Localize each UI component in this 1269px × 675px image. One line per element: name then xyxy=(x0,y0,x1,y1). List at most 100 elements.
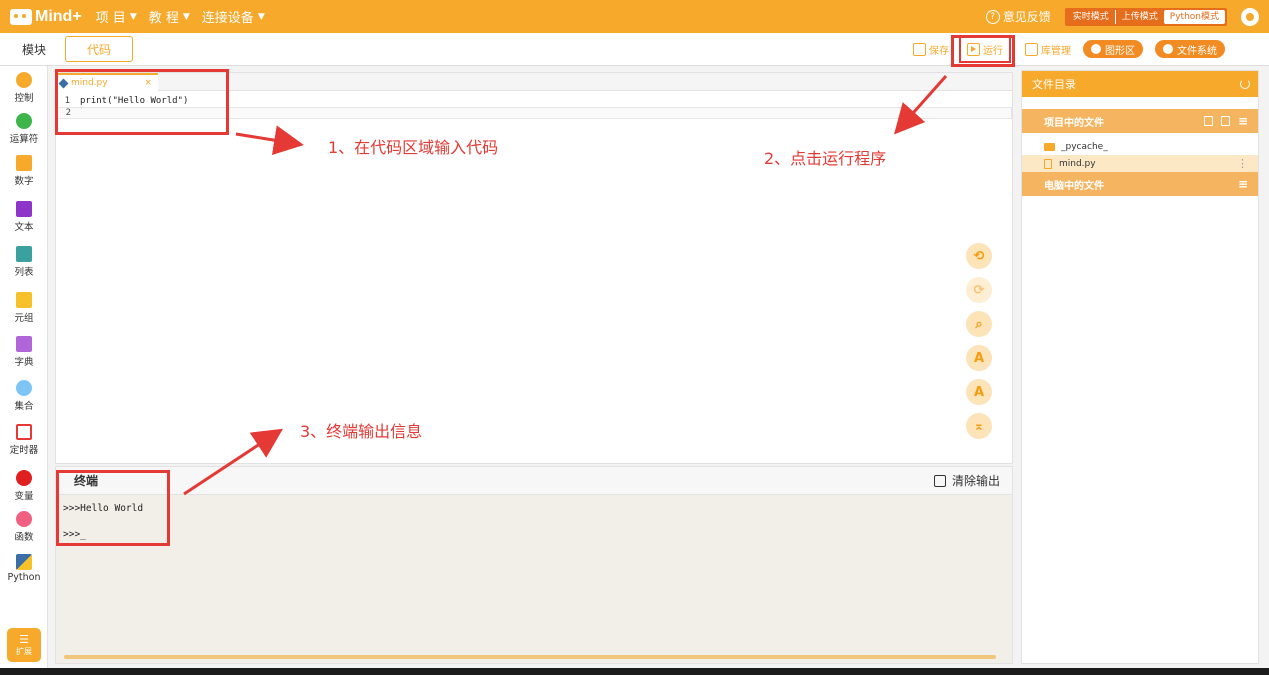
menu-connect-device[interactable]: 连接设备 ▼ xyxy=(202,7,265,26)
control-icon xyxy=(16,72,32,88)
category-functions[interactable]: 函数 xyxy=(0,511,48,543)
operators-icon xyxy=(16,113,32,129)
file-directory-title: 文件目录 xyxy=(1032,78,1076,91)
editor-toolbar: 保存 运行 库管理 图形区 文件系统 xyxy=(899,35,1225,63)
menu-project-label: 项 目 xyxy=(95,11,126,26)
file-name: mind.py xyxy=(1059,158,1096,169)
mode-upload[interactable]: 上传模式 xyxy=(1116,10,1164,24)
terminal-header: 终端 清除输出 xyxy=(56,467,1012,495)
dict-icon xyxy=(16,336,32,352)
filesystem-toggle[interactable]: 文件系统 xyxy=(1155,40,1225,58)
menu-project[interactable]: 项 目 ▼ xyxy=(96,7,137,26)
menu-icon[interactable]: ≡ xyxy=(1238,114,1248,128)
graphics-label: 图形区 xyxy=(1105,45,1135,57)
mode-python[interactable]: Python模式 xyxy=(1163,9,1225,24)
annotation-step1: 1、在代码区域输入代码 xyxy=(328,138,499,157)
menu-icon[interactable]: ≡ xyxy=(1238,177,1248,191)
gear-icon[interactable] xyxy=(1241,7,1259,26)
new-file-icon[interactable] xyxy=(1203,116,1213,126)
section-title: 项目中的文件 xyxy=(1044,117,1104,129)
save-button[interactable]: 保存 xyxy=(913,42,949,57)
clear-output-button[interactable]: 清除输出 xyxy=(933,472,1000,489)
list-item-mindpy[interactable]: mind.py ⋮ xyxy=(1022,155,1258,172)
project-files-section[interactable]: 项目中的文件 ≡ xyxy=(1022,109,1258,133)
redo-icon[interactable]: ⟳ xyxy=(966,277,992,303)
category-list[interactable]: 列表 xyxy=(0,246,48,278)
caret-down-icon: ▼ xyxy=(182,11,190,22)
category-tuple[interactable]: 元组 xyxy=(0,292,48,324)
category-label: 列表 xyxy=(14,267,34,278)
list-item-pycache[interactable]: _pycache_ xyxy=(1022,138,1258,155)
category-python[interactable]: Python xyxy=(0,554,48,583)
block-category-sidebar: 控制 运算符 数字 文本 列表 元组 字典 集合 定时器 变量 函数 Pytho… xyxy=(0,66,48,675)
top-right-controls: ? 意见反馈 实时模式 上传模式 Python模式 xyxy=(985,7,1259,26)
secondary-bar: 模块 代码 保存 运行 库管理 图形区 文件系统 xyxy=(0,33,1269,66)
category-numbers[interactable]: 数字 xyxy=(0,155,48,187)
refresh-icon[interactable] xyxy=(1240,79,1250,89)
category-label: 数字 xyxy=(14,176,34,187)
font-increase-icon[interactable]: A xyxy=(966,345,992,371)
file-directory-panel: 文件目录 项目中的文件 ≡ _pycache_ mind.py ⋮ 电脑中的文件… xyxy=(1021,70,1259,664)
menu-tutorial[interactable]: 教 程 ▼ xyxy=(149,7,190,26)
extension-icon: ☰ xyxy=(19,633,29,646)
clear-icon xyxy=(933,474,946,487)
graphics-area-toggle[interactable]: 图形区 xyxy=(1083,40,1143,58)
section-actions: ≡ xyxy=(1203,114,1248,128)
menu-tutorial-label: 教 程 xyxy=(148,11,179,26)
toggle-dot-icon xyxy=(1163,44,1173,54)
caret-down-icon: ▼ xyxy=(257,11,265,22)
mode-realtime[interactable]: 实时模式 xyxy=(1067,9,1116,24)
annotation-box-code xyxy=(55,69,229,135)
file-icon xyxy=(1044,158,1052,169)
terminal-panel[interactable]: 终端 清除输出 >>>Hello World >>>_ xyxy=(55,466,1013,664)
category-dict[interactable]: 字典 xyxy=(0,336,48,368)
new-folder-icon[interactable] xyxy=(1220,116,1230,126)
library-icon xyxy=(1025,42,1038,56)
file-name: _pycache_ xyxy=(1061,141,1108,152)
annotation-box-run xyxy=(951,35,1015,67)
category-label: 集合 xyxy=(14,401,34,412)
logo-text: Mind+ xyxy=(35,7,82,25)
category-timer[interactable]: 定时器 xyxy=(0,424,48,456)
category-label: 定时器 xyxy=(9,445,39,456)
question-icon: ? xyxy=(985,9,1000,24)
set-icon xyxy=(16,380,32,396)
tab-blocks[interactable]: 模块 xyxy=(3,36,65,62)
extensions-button[interactable]: ☰ 扩展 xyxy=(7,628,41,662)
variables-icon xyxy=(16,470,32,486)
clear-output-label: 清除输出 xyxy=(951,474,1000,488)
category-label: 元组 xyxy=(14,313,34,324)
category-label: 控制 xyxy=(14,93,34,104)
library-button[interactable]: 库管理 xyxy=(1025,42,1071,57)
scroll-top-icon[interactable]: ⌅ xyxy=(966,413,992,439)
category-control[interactable]: 控制 xyxy=(0,72,48,104)
feedback-button[interactable]: ? 意见反馈 xyxy=(985,8,1051,25)
category-label: 字典 xyxy=(14,357,34,368)
save-label: 保存 xyxy=(929,45,949,57)
category-variables[interactable]: 变量 xyxy=(0,470,48,502)
feedback-label: 意见反馈 xyxy=(1002,10,1051,24)
library-label: 库管理 xyxy=(1041,45,1071,57)
more-options-icon[interactable]: ⋮ xyxy=(1237,157,1248,170)
annotation-box-terminal xyxy=(56,470,170,546)
hourglass-icon xyxy=(16,424,32,440)
horizontal-scrollbar[interactable] xyxy=(64,655,996,659)
os-taskbar xyxy=(0,668,1269,675)
tab-code[interactable]: 代码 xyxy=(65,36,133,62)
file-directory-header: 文件目录 xyxy=(1022,71,1258,97)
undo-icon[interactable]: ⟲ xyxy=(966,243,992,269)
font-decrease-icon[interactable]: A xyxy=(966,379,992,405)
category-set[interactable]: 集合 xyxy=(0,380,48,412)
category-label: 运算符 xyxy=(9,134,39,145)
save-icon xyxy=(913,42,926,56)
category-text[interactable]: 文本 xyxy=(0,201,48,233)
category-operators[interactable]: 运算符 xyxy=(0,113,48,145)
text-icon xyxy=(16,201,32,217)
mindplus-logo[interactable]: Mind+ xyxy=(10,8,82,26)
category-label: 函数 xyxy=(14,532,34,543)
search-icon[interactable]: ⌕ xyxy=(966,311,992,337)
numbers-icon xyxy=(16,155,32,171)
extension-label: 扩展 xyxy=(16,647,32,656)
computer-files-section[interactable]: 电脑中的文件 ≡ xyxy=(1022,172,1258,196)
mode-switcher: 实时模式 上传模式 Python模式 xyxy=(1064,7,1227,26)
